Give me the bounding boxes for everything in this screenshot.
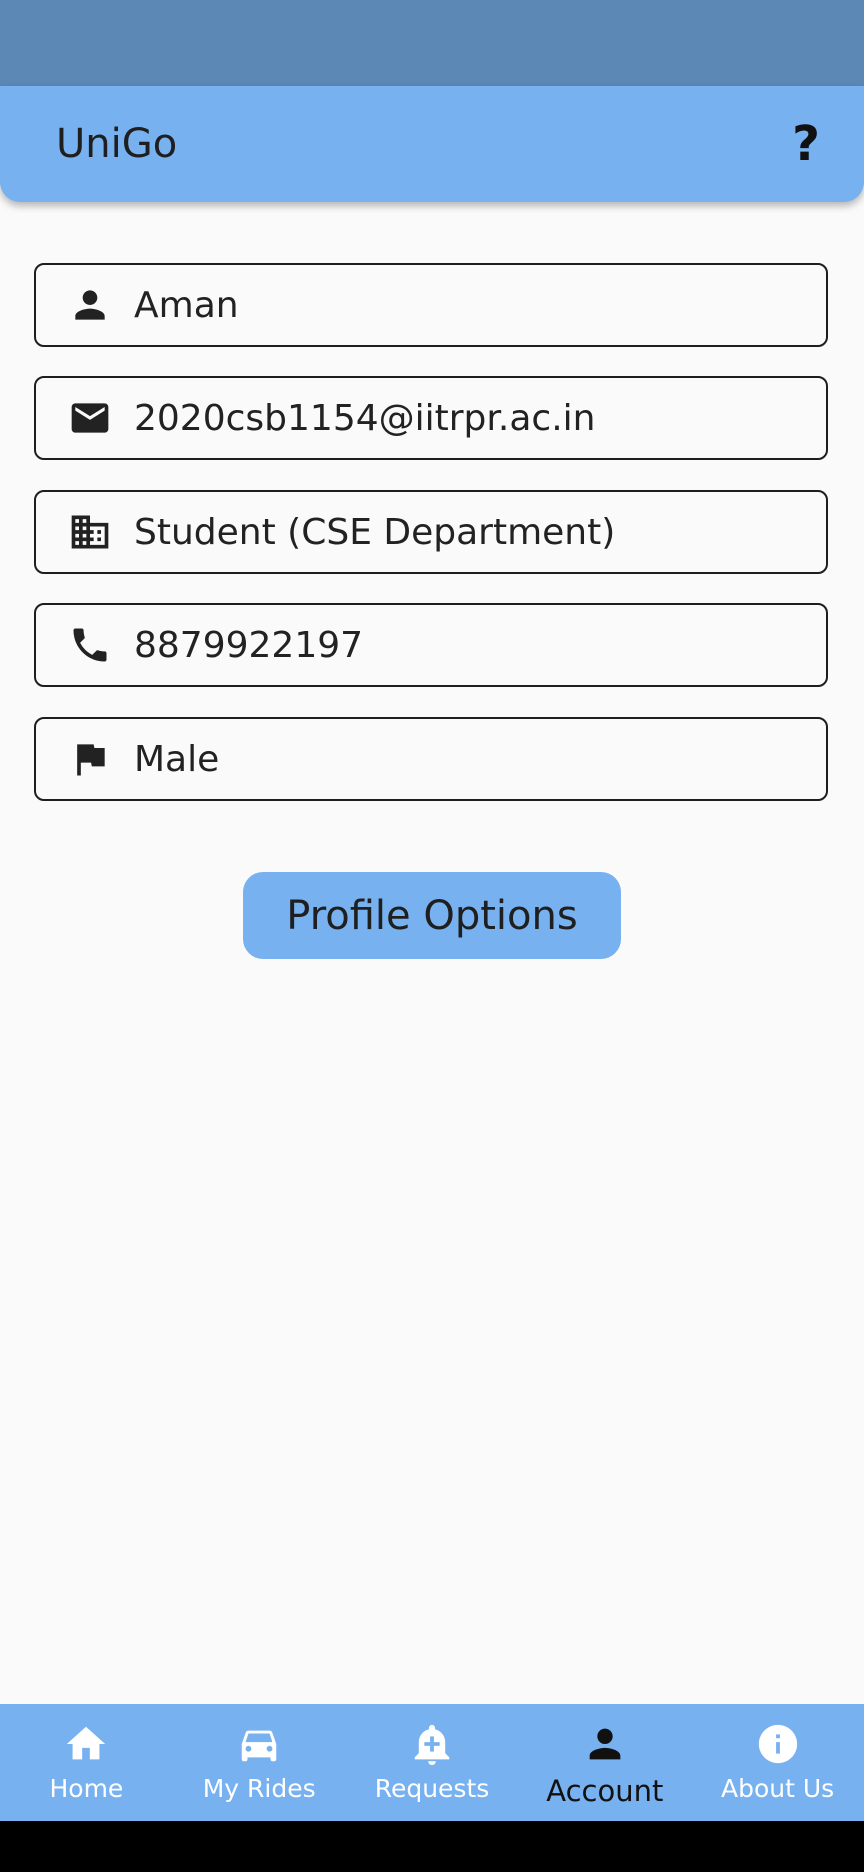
person-icon [66, 281, 114, 329]
nav-label-my-rides: My Rides [202, 1774, 316, 1803]
nav-label-account: Account [546, 1774, 664, 1808]
email-field: 2020csb1154@iitrpr.ac.in [34, 376, 828, 460]
building-icon [66, 508, 114, 556]
person-icon [581, 1720, 629, 1768]
nav-item-account[interactable]: Account [518, 1704, 691, 1821]
phone-value: 8879922197 [134, 624, 364, 666]
name-field: Aman [34, 263, 828, 347]
bottom-nav: Home My Rides Requests Account About Us [0, 1704, 864, 1821]
department-value: Student (CSE Department) [134, 511, 616, 553]
gender-field: Male [34, 717, 828, 801]
status-bar [0, 0, 864, 86]
info-icon [754, 1720, 802, 1768]
car-icon [235, 1720, 283, 1768]
nav-label-about-us: About Us [720, 1774, 835, 1803]
name-value: Aman [134, 284, 239, 326]
system-navigation-bar [0, 1821, 864, 1872]
app-bar: UniGo ? [0, 86, 864, 202]
flag-icon [66, 735, 114, 783]
gender-value: Male [134, 738, 220, 780]
phone-icon [66, 621, 114, 669]
phone-field: 8879922197 [34, 603, 828, 687]
nav-item-requests[interactable]: Requests [346, 1704, 519, 1821]
profile-options-button[interactable]: Profile Options [243, 872, 621, 959]
bell-plus-icon [408, 1720, 456, 1768]
nav-item-my-rides[interactable]: My Rides [173, 1704, 346, 1821]
help-button[interactable]: ? [774, 112, 838, 176]
email-icon [66, 394, 114, 442]
nav-item-home[interactable]: Home [0, 1704, 173, 1821]
nav-label-home: Home [49, 1774, 124, 1803]
nav-item-about-us[interactable]: About Us [691, 1704, 864, 1821]
email-value: 2020csb1154@iitrpr.ac.in [134, 397, 596, 439]
nav-label-requests: Requests [374, 1774, 490, 1803]
app-title: UniGo [56, 121, 178, 167]
department-field: Student (CSE Department) [34, 490, 828, 574]
home-icon [62, 1720, 110, 1768]
